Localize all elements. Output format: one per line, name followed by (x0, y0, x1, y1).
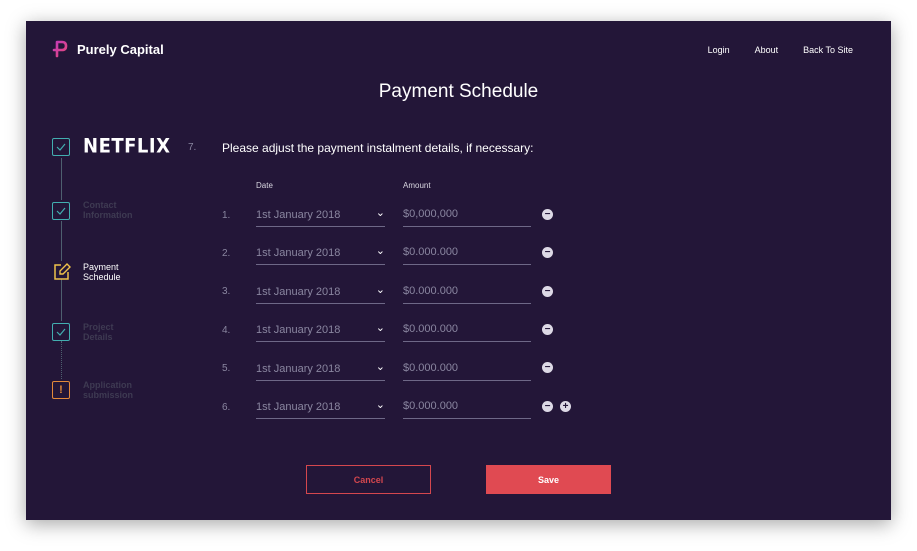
chevron-down-icon: ⌄ (375, 322, 385, 334)
remove-row-button[interactable]: − (542, 247, 553, 258)
remove-row-button[interactable]: − (542, 209, 553, 220)
amount-column-header: Amount (403, 181, 431, 190)
date-value: 1st January 2018 (256, 363, 341, 375)
plus-icon: + (562, 401, 569, 412)
top-nav: Login About Back To Site (708, 45, 853, 55)
date-value: 1st January 2018 (256, 401, 341, 413)
check-icon (56, 207, 66, 215)
amount-field (403, 207, 531, 227)
remove-row-button[interactable]: − (542, 286, 553, 297)
row-number: 2. (222, 248, 231, 259)
chevron-down-icon: ⌄ (375, 361, 385, 373)
brand-logo[interactable]: Purely Capital (51, 40, 164, 58)
date-select[interactable]: 1st January 2018 ⌄ (256, 284, 385, 304)
add-row-button[interactable]: + (560, 401, 571, 412)
amount-field (403, 245, 531, 265)
amount-input[interactable] (403, 246, 523, 258)
step-application-checkbox[interactable]: ! (52, 381, 70, 399)
date-value: 1st January 2018 (256, 324, 341, 336)
step-payment-indicator[interactable] (52, 262, 72, 282)
chevron-down-icon: ⌄ (375, 207, 385, 219)
row-number: 5. (222, 363, 231, 374)
date-column-header: Date (256, 181, 273, 190)
cancel-button[interactable]: Cancel (306, 465, 431, 494)
amount-input[interactable] (403, 400, 523, 412)
step-contact-label[interactable]: Contact Information (83, 200, 145, 220)
amount-input[interactable] (403, 362, 523, 374)
page-title: Payment Schedule (378, 81, 539, 102)
date-select[interactable]: 1st January 2018 ⌄ (256, 399, 385, 419)
row-number: 4. (222, 325, 231, 336)
edit-icon (54, 263, 71, 280)
step-connector (61, 341, 63, 379)
step-connector (61, 221, 62, 261)
nav-about-link[interactable]: About (755, 45, 779, 55)
amount-input[interactable] (403, 285, 523, 297)
date-value: 1st January 2018 (256, 286, 341, 298)
minus-icon: − (544, 324, 551, 335)
check-icon (56, 143, 66, 151)
chevron-down-icon: ⌄ (375, 399, 385, 411)
date-select[interactable]: 1st January 2018 ⌄ (256, 361, 385, 381)
row-number: 3. (222, 286, 231, 297)
date-select[interactable]: 1st January 2018 ⌄ (256, 245, 385, 265)
step-contact-checkbox[interactable] (52, 202, 70, 220)
step-connector (61, 279, 62, 321)
nav-back-to-site-link[interactable]: Back To Site (803, 45, 853, 55)
step-connector (61, 158, 62, 200)
check-icon (56, 328, 66, 336)
minus-icon: − (544, 362, 551, 373)
amount-field (403, 361, 531, 381)
row-number: 1. (222, 210, 231, 221)
logo-mark-icon (52, 40, 68, 58)
chevron-down-icon: ⌄ (375, 284, 385, 296)
amount-field (403, 399, 531, 419)
remove-row-button[interactable]: − (542, 401, 553, 412)
amount-field (403, 284, 531, 304)
save-button[interactable]: Save (486, 465, 611, 494)
remove-row-button[interactable]: − (542, 324, 553, 335)
app-frame: Purely Capital Login About Back To Site … (26, 21, 891, 520)
date-select[interactable]: 1st January 2018 ⌄ (256, 207, 385, 227)
question-text: Please adjust the payment instalment det… (222, 141, 534, 155)
amount-input[interactable] (403, 208, 523, 220)
amount-field (403, 322, 531, 342)
date-value: 1st January 2018 (256, 247, 341, 259)
step-project-label[interactable]: Project Details (83, 322, 123, 342)
step-company-checkbox[interactable] (52, 138, 70, 156)
minus-icon: − (544, 247, 551, 258)
step-application-label[interactable]: Application submission (83, 380, 139, 400)
company-logo: NETFLIX (83, 134, 171, 159)
step-project-checkbox[interactable] (52, 323, 70, 341)
step-payment-label[interactable]: Payment Schedule (83, 262, 133, 282)
chevron-down-icon: ⌄ (375, 245, 385, 257)
brand-name: Purely Capital (77, 41, 164, 57)
row-number: 6. (222, 402, 231, 413)
exclamation-icon: ! (59, 383, 63, 396)
minus-icon: − (544, 209, 551, 220)
date-select[interactable]: 1st January 2018 ⌄ (256, 322, 385, 342)
date-value: 1st January 2018 (256, 209, 341, 221)
nav-login-link[interactable]: Login (708, 45, 730, 55)
remove-row-button[interactable]: − (542, 362, 553, 373)
minus-icon: − (544, 401, 551, 412)
question-number: 7. (188, 142, 197, 153)
amount-input[interactable] (403, 323, 523, 335)
minus-icon: − (544, 286, 551, 297)
